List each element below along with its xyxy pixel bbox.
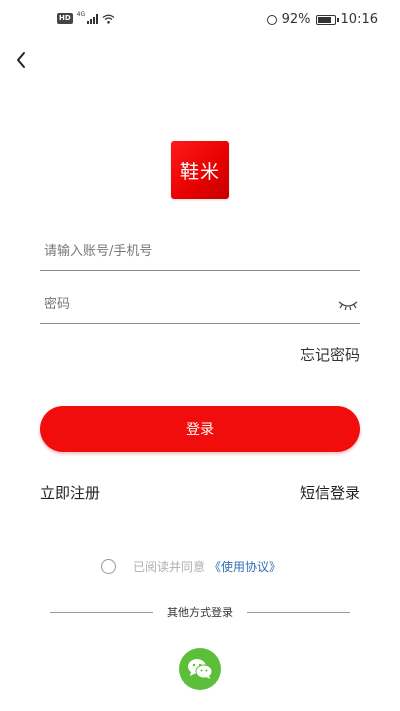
forgot-password-link[interactable]: 忘记密码	[300, 344, 360, 365]
status-bar: HD 4G 92% 10:16	[0, 0, 400, 40]
password-field	[40, 286, 360, 324]
divider-line-right	[247, 611, 350, 613]
login-page: HD 4G 92% 10:16 鞋米 请输入账号/手机号 忘记密码 登录 立即注…	[0, 0, 400, 711]
wifi-icon	[102, 14, 115, 24]
status-right: 92% 10:16	[266, 12, 378, 27]
logo-text: 鞋米	[179, 160, 220, 183]
other-login-label: 其他方式登录	[167, 606, 233, 619]
signal-icon	[87, 13, 99, 24]
divider-line-left	[50, 611, 153, 613]
register-link[interactable]: 立即注册	[40, 482, 100, 503]
wechat-login-button[interactable]	[179, 648, 221, 690]
status-left: HD 4G	[57, 11, 115, 24]
network-type: 4G	[76, 11, 86, 18]
login-button[interactable]: 登录	[40, 406, 360, 452]
password-input[interactable]	[40, 286, 324, 322]
other-login-divider: 其他方式登录	[50, 604, 350, 620]
alarm-icon	[266, 14, 277, 25]
agreement-radio[interactable]	[101, 559, 116, 574]
clock: 10:16	[340, 12, 378, 27]
app-logo: 鞋米	[171, 141, 229, 199]
agreement-link[interactable]: 《使用协议》	[209, 558, 281, 575]
account-input[interactable]	[40, 233, 324, 269]
battery-icon	[315, 14, 339, 25]
battery-percent: 92%	[281, 12, 311, 27]
eye-closed-icon[interactable]	[338, 297, 358, 311]
wechat-icon	[188, 659, 213, 679]
hd-icon: HD	[57, 13, 73, 24]
sms-login-link[interactable]: 短信登录	[300, 482, 360, 503]
agreement-row: 已阅读并同意 《使用协议》	[101, 558, 281, 575]
account-field	[40, 233, 360, 271]
agreement-text: 已阅读并同意	[133, 560, 206, 574]
back-button[interactable]	[10, 48, 34, 72]
chevron-left-icon	[17, 52, 25, 68]
